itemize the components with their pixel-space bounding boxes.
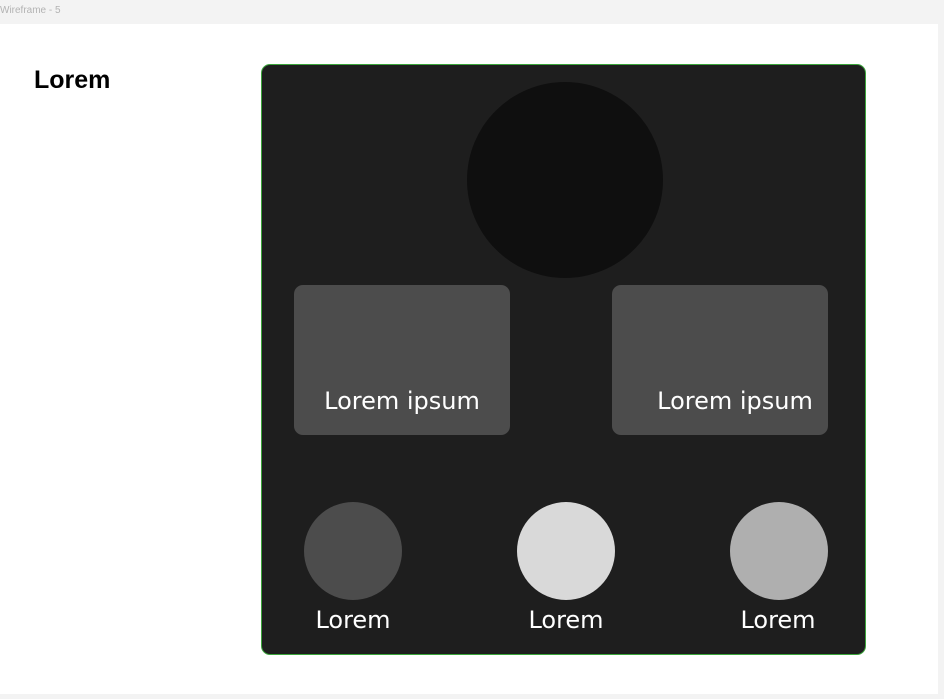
main-card: Lorem ipsum Lorem ipsum Lorem Lorem Lore… (261, 64, 866, 655)
canvas-edge-right (938, 24, 944, 699)
option-label-medium: Lorem (740, 606, 816, 634)
tile-right-label: Lorem ipsum (657, 387, 813, 415)
option-dot-dark[interactable] (304, 502, 402, 600)
tile-left[interactable]: Lorem ipsum (294, 285, 510, 435)
option-dot-light[interactable] (517, 502, 615, 600)
canvas-edge-bottom (0, 694, 944, 699)
option-label-light: Lorem (528, 606, 604, 634)
option-label-dark: Lorem (315, 606, 391, 634)
hero-image-placeholder (467, 82, 663, 278)
tile-left-label: Lorem ipsum (324, 387, 480, 415)
tile-right[interactable]: Lorem ipsum (612, 285, 828, 435)
page-title: Lorem (34, 66, 111, 94)
frame-header-bar: Wireframe - 5 (0, 0, 944, 24)
option-dot-medium[interactable] (730, 502, 828, 600)
frame-label: Wireframe - 5 (0, 5, 61, 16)
